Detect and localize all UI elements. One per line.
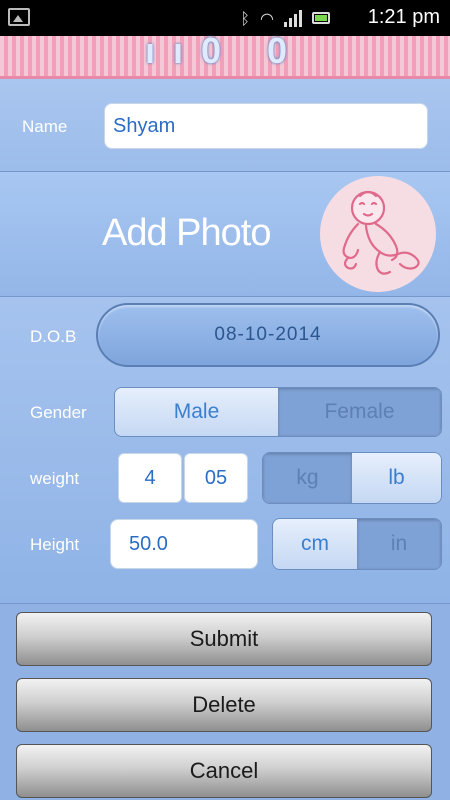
status-time: 1:21 pm <box>367 6 440 28</box>
bluetooth-icon: ᛒ <box>240 8 251 28</box>
weight-unit-kg[interactable]: kg <box>263 453 352 503</box>
details-form: D.O.B 08-10-2014 Gender Male Female weig… <box>0 297 450 604</box>
height-label: Height <box>30 535 80 554</box>
gender-male-option[interactable]: Male <box>115 388 278 436</box>
baby-icon <box>342 190 420 275</box>
action-buttons: Submit Delete Cancel <box>0 604 450 800</box>
height-input[interactable]: 50.0 <box>110 519 258 569</box>
signal-icon <box>284 9 302 27</box>
weight-major-input[interactable]: 4 <box>118 453 182 503</box>
weight-unit-toggle: kg lb <box>262 452 442 504</box>
weight-label: weight <box>30 469 80 488</box>
delete-button[interactable]: Delete <box>16 678 432 732</box>
name-section: Name Shyam <box>0 79 450 172</box>
name-input[interactable]: Shyam <box>104 103 428 149</box>
baby-photo-avatar[interactable] <box>320 176 436 292</box>
weight-minor-input[interactable]: 05 <box>184 453 248 503</box>
header-banner: ıı0 0 <box>0 30 450 79</box>
height-unit-toggle: cm in <box>272 518 442 570</box>
dob-label: D.O.B <box>30 327 77 346</box>
gender-female-option[interactable]: Female <box>278 388 441 436</box>
header-title: ıı0 0 <box>144 30 306 71</box>
dob-picker-button[interactable]: 08-10-2014 <box>96 303 440 367</box>
image-notification-icon <box>8 8 30 26</box>
cancel-button[interactable]: Cancel <box>16 744 432 798</box>
weight-unit-lb[interactable]: lb <box>352 453 441 503</box>
submit-button[interactable]: Submit <box>16 612 432 666</box>
height-unit-cm[interactable]: cm <box>273 519 357 569</box>
gender-toggle: Male Female <box>114 387 442 437</box>
battery-icon <box>312 12 330 24</box>
photo-section: Add Photo <box>0 172 450 297</box>
wifi-icon: ◠ <box>260 8 274 28</box>
height-unit-in[interactable]: in <box>357 519 441 569</box>
gender-label: Gender <box>30 403 87 422</box>
name-label: Name <box>22 117 68 136</box>
add-photo-label[interactable]: Add Photo <box>102 212 271 255</box>
status-icons: ᛒ ◠ <box>240 6 330 30</box>
